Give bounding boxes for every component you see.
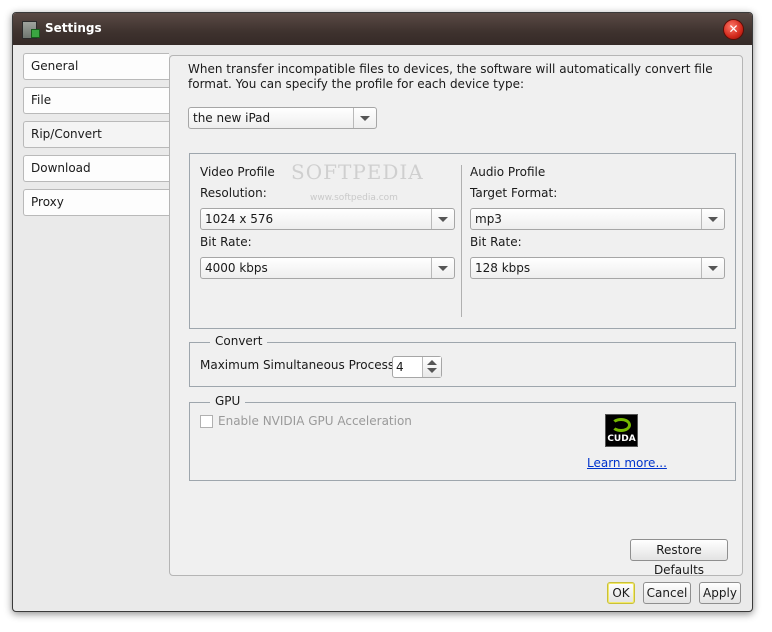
- audio-bitrate-dropdown[interactable]: 128 kbps: [470, 257, 725, 279]
- stepper-up-icon[interactable]: [427, 360, 437, 365]
- sidebar-item-rip-convert[interactable]: Rip/Convert: [23, 121, 169, 148]
- restore-defaults-button[interactable]: Restore Defaults: [630, 539, 728, 577]
- cancel-button[interactable]: Cancel: [643, 582, 691, 604]
- target-format-label: Target Format:: [470, 186, 558, 200]
- chevron-down-icon: [431, 258, 454, 278]
- rip-convert-panel: When transfer incompatible files to devi…: [169, 55, 743, 577]
- convert-group: Convert Maximum Simultaneous Processes: …: [189, 334, 736, 387]
- video-profile-heading: Video Profile: [200, 165, 275, 179]
- settings-sidebar: General File Rip/Convert Download Proxy: [23, 53, 169, 223]
- nvidia-eye-icon: [611, 418, 631, 432]
- title-bar[interactable]: Settings ✕: [13, 13, 752, 45]
- settings-window: Settings ✕ General File Rip/Convert Down…: [12, 12, 753, 612]
- stepper-buttons[interactable]: [422, 357, 441, 377]
- gpu-group: GPU Enable NVIDIA GPU Acceleration CUDA …: [189, 394, 736, 481]
- gpu-acceleration-checkbox[interactable]: [200, 415, 213, 428]
- chevron-down-icon: [431, 209, 454, 229]
- app-icon: [22, 21, 40, 39]
- profile-box: Video Profile Resolution: 1024 x 576 Bit…: [189, 153, 736, 329]
- video-bitrate-value: 4000 kbps: [205, 261, 268, 275]
- chevron-down-icon: [353, 108, 376, 128]
- device-type-value: the new iPad: [193, 111, 271, 125]
- column-divider: [461, 165, 462, 317]
- resolution-dropdown[interactable]: 1024 x 576: [200, 208, 455, 230]
- video-bitrate-dropdown[interactable]: 4000 kbps: [200, 257, 455, 279]
- target-format-dropdown[interactable]: mp3: [470, 208, 725, 230]
- gpu-legend: GPU: [210, 394, 246, 408]
- nvidia-cuda-logo: CUDA: [605, 414, 638, 447]
- resolution-label: Resolution:: [200, 186, 267, 200]
- ok-button[interactable]: OK: [607, 582, 635, 604]
- max-processes-label: Maximum Simultaneous Processes:: [200, 358, 412, 372]
- video-bitrate-label: Bit Rate:: [200, 235, 252, 249]
- window-title: Settings: [45, 21, 102, 35]
- gpu-acceleration-label: Enable NVIDIA GPU Acceleration: [218, 414, 412, 428]
- sidebar-item-file[interactable]: File: [23, 87, 169, 114]
- audio-bitrate-label: Bit Rate:: [470, 235, 522, 249]
- resolution-value: 1024 x 576: [205, 212, 274, 226]
- learn-more-link[interactable]: Learn more...: [587, 456, 667, 470]
- max-processes-value: 4: [396, 360, 404, 374]
- chevron-down-icon: [701, 209, 724, 229]
- device-type-dropdown[interactable]: the new iPad: [188, 107, 377, 129]
- sidebar-item-proxy[interactable]: Proxy: [23, 189, 169, 216]
- sidebar-item-download[interactable]: Download: [23, 155, 169, 182]
- sidebar-item-general[interactable]: General: [23, 53, 169, 80]
- stepper-down-icon[interactable]: [427, 368, 437, 373]
- target-format-value: mp3: [475, 212, 502, 226]
- convert-legend: Convert: [210, 334, 268, 348]
- intro-text: When transfer incompatible files to devi…: [188, 62, 713, 91]
- chevron-down-icon: [701, 258, 724, 278]
- audio-bitrate-value: 128 kbps: [475, 261, 531, 275]
- audio-profile-heading: Audio Profile: [470, 165, 546, 179]
- max-processes-stepper[interactable]: 4: [392, 356, 442, 378]
- apply-button[interactable]: Apply: [699, 582, 741, 604]
- cuda-badge-text: CUDA: [607, 434, 636, 444]
- close-button[interactable]: ✕: [723, 19, 744, 40]
